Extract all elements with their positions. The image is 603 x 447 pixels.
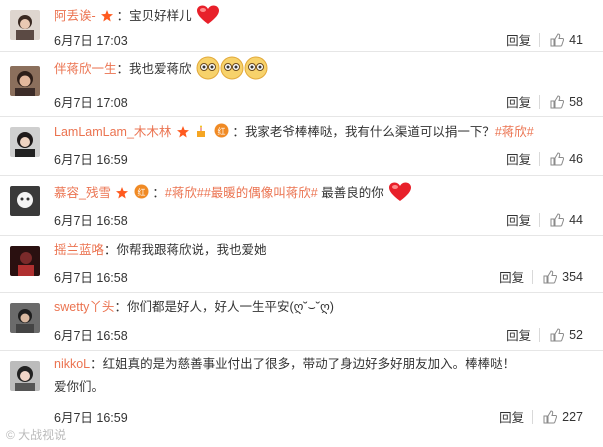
- comment-text-continued: 爱你们。: [54, 380, 105, 394]
- comment-actions: 回复 52: [506, 325, 583, 344]
- reply-button[interactable]: 回复: [506, 92, 531, 111]
- gold-medal-badge-icon: 红: [134, 184, 149, 206]
- thumb-up-icon[interactable]: [543, 269, 558, 284]
- topic-link[interactable]: #蒋欣#: [495, 125, 534, 139]
- avatar[interactable]: [10, 10, 40, 40]
- comment-actions: 回复 44: [506, 210, 583, 229]
- topic-link[interactable]: #蒋欣#: [165, 186, 204, 200]
- comment-item: LamLamLam_木木林 红 ：我家老爷棒棒哒，我有什么渠道可以捐一下？#蒋欣…: [0, 117, 603, 176]
- avatar[interactable]: [10, 246, 40, 276]
- comment-line: LamLamLam_木木林 红 ：我家老爷棒棒哒，我有什么渠道可以捐一下？#蒋欣…: [54, 123, 595, 143]
- comment-actions: 回复 46: [506, 149, 583, 168]
- username-link[interactable]: 阿丢诶-: [54, 9, 96, 23]
- comment-line: 摇兰蓝咯：你帮我跟蒋欣说，我也爱她: [54, 241, 595, 259]
- divider: [532, 269, 534, 284]
- timestamp: 6月7日 16:59: [54, 153, 128, 167]
- avatar[interactable]: [10, 66, 40, 96]
- comment-text: ：我也爱蒋欣: [116, 62, 192, 76]
- divider: [539, 212, 541, 227]
- timestamp: 6月7日 16:58: [54, 214, 128, 228]
- comment-text: ：我家老爷棒棒哒，我有什么渠道可以捐一下？: [232, 125, 495, 139]
- avatar[interactable]: [10, 127, 40, 157]
- comment-actions: 回复 41: [506, 30, 583, 49]
- like-count: 46: [569, 151, 583, 166]
- comment-item: 摇兰蓝咯：你帮我跟蒋欣说，我也爱她 6月7日 16:58 回复 354: [0, 236, 603, 293]
- heart-icon: [388, 182, 412, 209]
- timestamp: 6月7日 17:08: [54, 96, 128, 110]
- comment-item: nikkoL：红姐真的是为慈善事业付出了很多，带动了身边好多好朋友加入。棒棒哒！…: [0, 351, 603, 447]
- svg-text:红: 红: [137, 187, 145, 197]
- comment-list: 阿丢诶- ：宝贝好样儿 6月7日 17:03 回复 41 伴蒋欣一生：我也爱蒋欣: [0, 0, 603, 447]
- like-count: 41: [569, 32, 583, 47]
- reply-button[interactable]: 回复: [506, 325, 531, 344]
- star-badge-icon: [116, 184, 129, 206]
- thumb-up-icon[interactable]: [543, 409, 558, 424]
- divider: [539, 94, 541, 109]
- comment-item: 阿丢诶- ：宝贝好样儿 6月7日 17:03 回复 41: [0, 0, 603, 52]
- like-count: 354: [562, 269, 583, 284]
- divider: [539, 151, 541, 166]
- comment-line: swetty丫头：你们都是好人，好人一生平安(ღ˘⌣˘ღ): [54, 298, 595, 316]
- comment-item: 伴蒋欣一生：我也爱蒋欣 6月7日 17:08 回复 58: [0, 52, 603, 117]
- like-count: 227: [562, 409, 583, 424]
- thumb-up-icon[interactable]: [550, 151, 565, 166]
- username-link[interactable]: 伴蒋欣一生: [54, 62, 117, 76]
- comment-line: 阿丢诶- ：宝贝好样儿: [54, 5, 595, 30]
- username-link[interactable]: LamLamLam_木木林: [54, 125, 171, 139]
- username-link[interactable]: 摇兰蓝咯: [54, 243, 104, 257]
- thumb-up-icon[interactable]: [550, 32, 565, 47]
- reply-button[interactable]: 回复: [506, 30, 531, 49]
- gold-medal-badge-icon: 红: [214, 123, 229, 143]
- comment-text: ：你帮我跟蒋欣说，我也爱她: [104, 243, 267, 257]
- divider: [532, 409, 534, 424]
- comment-actions: 回复 58: [506, 92, 583, 111]
- username-link[interactable]: nikkoL: [54, 357, 90, 371]
- like-count: 58: [569, 94, 583, 109]
- timestamp: 6月7日 16:59: [54, 411, 128, 425]
- comment-text: 最善良的你: [317, 186, 384, 200]
- divider: [539, 327, 541, 342]
- heart-icon: [196, 5, 220, 30]
- star-badge-icon: [101, 9, 114, 27]
- reply-button[interactable]: 回复: [499, 267, 524, 286]
- divider: [539, 32, 541, 47]
- comment-line: 慕容_残雪 红 ：#蒋欣##最暖的偶像叫蒋欣# 最善良的你: [54, 182, 595, 209]
- topic-link[interactable]: #最暖的偶像叫蒋欣#: [204, 186, 318, 200]
- thumb-up-icon[interactable]: [550, 212, 565, 227]
- avatar[interactable]: [10, 186, 40, 216]
- avatar[interactable]: [10, 361, 40, 391]
- avatar[interactable]: [10, 303, 40, 333]
- comment-line: nikkoL：红姐真的是为慈善事业付出了很多，带动了身边好多好朋友加入。棒棒哒！: [54, 355, 595, 373]
- eyes-emoji-icon: [196, 56, 268, 88]
- comment-actions: 回复 354: [499, 267, 583, 286]
- svg-text:红: 红: [217, 126, 225, 136]
- like-count: 44: [569, 212, 583, 227]
- colon: ：: [152, 186, 165, 200]
- birthday-cake-icon: [194, 124, 208, 143]
- comment-text: ：宝贝好样儿: [116, 9, 192, 23]
- username-link[interactable]: swetty丫头: [54, 300, 114, 314]
- comment-text: ：你们都是好人，好人一生平安(ღ˘⌣˘ღ): [114, 300, 334, 314]
- timestamp: 6月7日 16:58: [54, 329, 128, 343]
- comment-text: ：红姐真的是为慈善事业付出了很多，带动了身边好多好朋友加入。棒棒哒！: [90, 357, 516, 371]
- username-link[interactable]: 慕容_残雪: [54, 186, 111, 200]
- thumb-up-icon[interactable]: [550, 327, 565, 342]
- thumb-up-icon[interactable]: [550, 94, 565, 109]
- comment-line: 伴蒋欣一生：我也爱蒋欣: [54, 56, 595, 88]
- star-badge-icon: [176, 125, 189, 143]
- comment-item: swetty丫头：你们都是好人，好人一生平安(ღ˘⌣˘ღ) 6月7日 16:58…: [0, 293, 603, 351]
- reply-button[interactable]: 回复: [506, 149, 531, 168]
- comment-actions: 回复 227: [499, 407, 583, 426]
- comment-item: 慕容_残雪 红 ：#蒋欣##最暖的偶像叫蒋欣# 最善良的你 6月7日 16:58…: [0, 176, 603, 236]
- timestamp: 6月7日 16:58: [54, 271, 128, 285]
- reply-button[interactable]: 回复: [499, 407, 524, 426]
- watermark: © 大战视说: [6, 428, 67, 442]
- reply-button[interactable]: 回复: [506, 210, 531, 229]
- like-count: 52: [569, 327, 583, 342]
- timestamp: 6月7日 17:03: [54, 34, 128, 48]
